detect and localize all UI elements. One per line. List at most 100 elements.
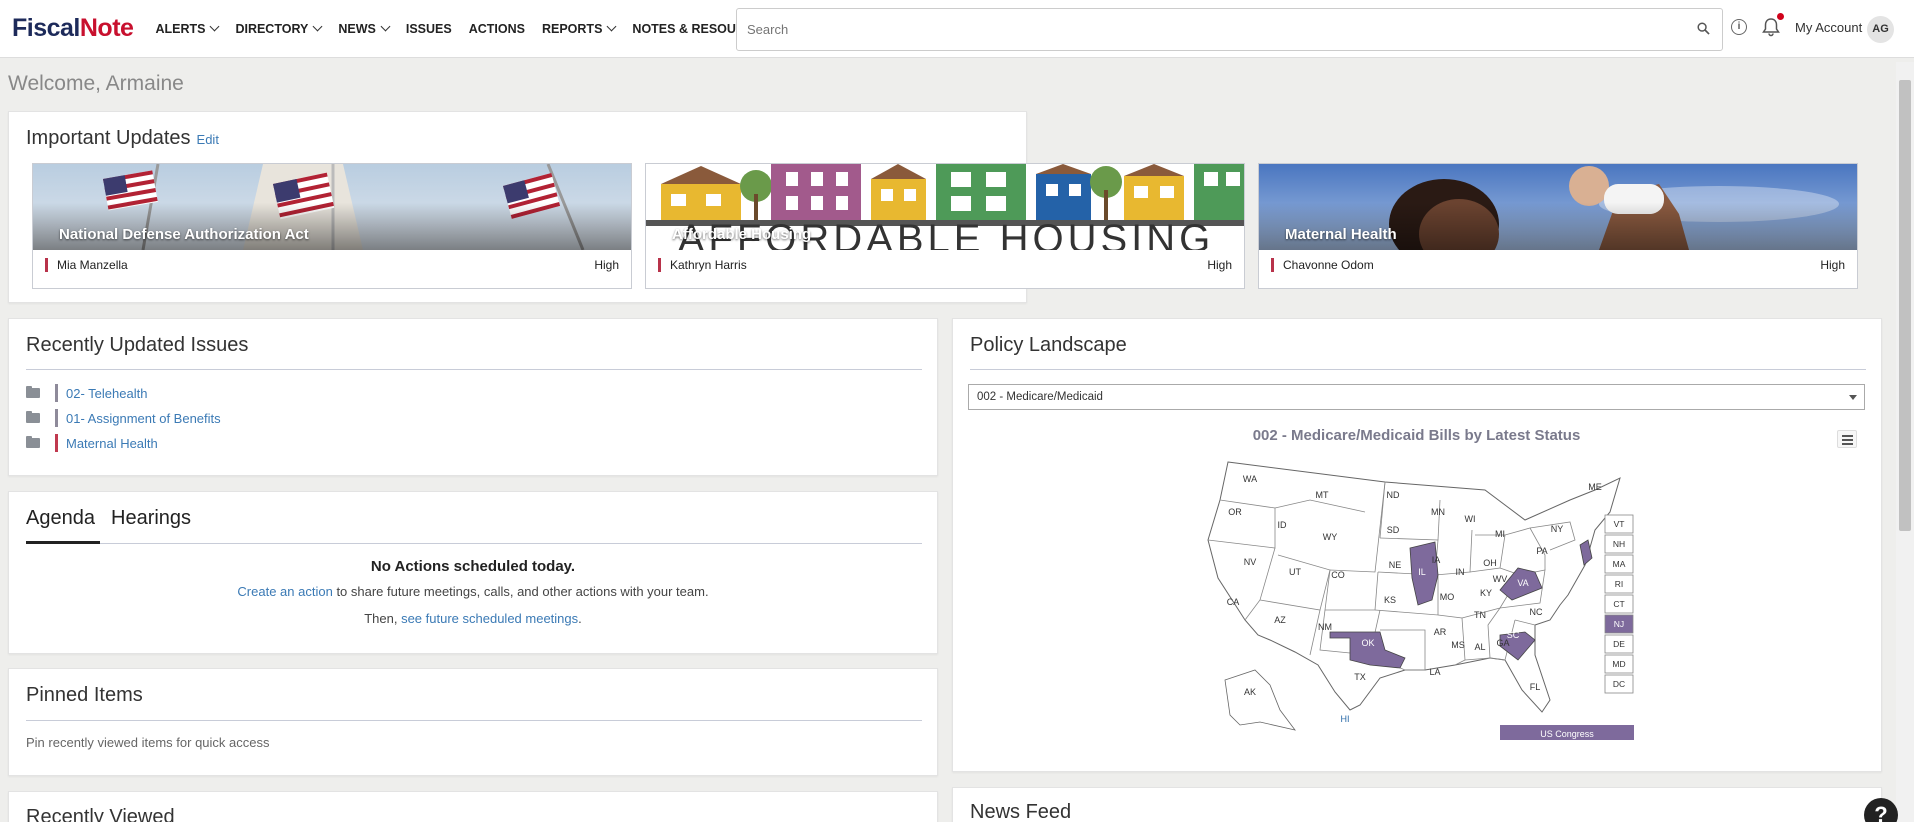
- divider: [26, 720, 922, 721]
- notification-badge: [1777, 13, 1784, 20]
- state-label-id: ID: [1278, 520, 1288, 530]
- state-label-oh: OH: [1483, 558, 1497, 568]
- nav-news[interactable]: NEWS: [338, 21, 391, 36]
- state-label-ia: IA: [1432, 555, 1441, 565]
- folder-icon: [26, 386, 40, 398]
- edit-link[interactable]: Edit: [197, 132, 219, 147]
- welcome-heading: Welcome, Armaine: [8, 72, 184, 95]
- folder-icon: [26, 411, 40, 423]
- top-navigation-bar: FiscalNote ALERTS DIRECTORY NEWS ISSUES …: [0, 0, 1914, 58]
- state-label-mn: MN: [1431, 507, 1445, 517]
- state-label-ok: OK: [1361, 638, 1374, 648]
- agenda-card: Agenda Hearings No Actions scheduled tod…: [8, 491, 938, 654]
- state-label-ms: MS: [1451, 640, 1465, 650]
- important-updates-title: Important Updates: [26, 127, 191, 149]
- chevron-down-icon: [1849, 395, 1857, 400]
- state-label-al: AL: [1474, 642, 1485, 652]
- update-priority: High: [1820, 258, 1845, 272]
- chevron-down-icon: [209, 21, 220, 32]
- state-label-in: IN: [1456, 567, 1465, 577]
- recently-viewed-card: Recently Viewed: [8, 791, 938, 822]
- info-icon[interactable]: i: [1731, 19, 1747, 35]
- nav-reports[interactable]: REPORTS: [542, 22, 617, 36]
- issue-color-bar: [55, 434, 58, 452]
- divider: [26, 543, 922, 544]
- update-title: Maternal Health: [1285, 226, 1397, 243]
- priority-color-bar: [658, 258, 661, 272]
- news-feed-title: News Feed: [970, 801, 1072, 822]
- update-card-ndaa[interactable]: National Defense Authorization Act Mia M…: [32, 163, 632, 289]
- state-label-hi: HI: [1341, 714, 1350, 724]
- divider: [970, 369, 1866, 370]
- nav-directory[interactable]: DIRECTORY: [235, 21, 323, 36]
- issue-link[interactable]: 02- Telehealth: [66, 386, 147, 401]
- state-label-nd: ND: [1387, 490, 1400, 500]
- nav-alerts[interactable]: ALERTS: [155, 21, 220, 36]
- issue-link[interactable]: Maternal Health: [66, 436, 158, 451]
- recently-viewed-title: Recently Viewed: [26, 806, 175, 822]
- small-state-label-ma: MA: [1613, 559, 1626, 569]
- state-label-wa: WA: [1243, 474, 1257, 484]
- state-label-ar: AR: [1434, 627, 1447, 637]
- my-account-link[interactable]: My Account: [1795, 20, 1862, 35]
- avatar[interactable]: AG: [1867, 16, 1894, 43]
- state-label-sd: SD: [1387, 525, 1400, 535]
- fiscalnote-logo[interactable]: FiscalNote: [12, 14, 134, 43]
- pinned-items-card: Pinned Items Pin recently viewed items f…: [8, 668, 938, 776]
- nav-issues[interactable]: ISSUES: [406, 22, 452, 36]
- state-label-la: LA: [1429, 667, 1440, 677]
- main-nav: ALERTS DIRECTORY NEWS ISSUES ACTIONS REP…: [155, 22, 800, 36]
- state-label-va: VA: [1517, 578, 1528, 588]
- page-scrollbar[interactable]: [1896, 62, 1914, 822]
- state-label-mi: MI: [1495, 529, 1505, 539]
- tab-hearings[interactable]: Hearings: [111, 507, 191, 530]
- state-label-wy: WY: [1323, 532, 1338, 542]
- chevron-down-icon: [312, 21, 323, 32]
- state-label-ut: UT: [1289, 567, 1301, 577]
- update-image-houses: AFFORDABLE HOUSING Affordable Housing: [646, 164, 1244, 250]
- recently-updated-issues-card: Recently Updated Issues 02- Telehealth 0…: [8, 318, 938, 476]
- update-title: National Defense Authorization Act: [59, 226, 309, 243]
- update-card-affordable-housing[interactable]: AFFORDABLE HOUSING Affordable Housing Ka…: [645, 163, 1245, 289]
- news-feed-card: News Feed: [952, 787, 1882, 822]
- chevron-down-icon: [380, 21, 391, 32]
- help-button[interactable]: ?: [1864, 798, 1898, 822]
- state-label-or: OR: [1228, 507, 1242, 517]
- search-icon[interactable]: [1697, 22, 1710, 35]
- state-label-tn: TN: [1474, 610, 1486, 620]
- state-label-wi: WI: [1465, 514, 1476, 524]
- state-label-sc: SC: [1507, 630, 1520, 640]
- state-label-ky: KY: [1480, 588, 1492, 598]
- issue-item: Maternal Health: [26, 433, 158, 453]
- future-meetings-link[interactable]: see future scheduled meetings: [401, 611, 578, 626]
- state-label-pa: PA: [1536, 546, 1547, 556]
- us-map: WA OR CA ID NV MT WY UT AZ CO NM ND SD NE KS OK TX MN IA MO…: [1207, 461, 1634, 740]
- priority-color-bar: [45, 258, 48, 272]
- update-owner: Chavonne Odom: [1283, 258, 1374, 272]
- update-priority: High: [594, 258, 619, 272]
- folder-icon: [26, 436, 40, 448]
- state-label-wv: WV: [1493, 574, 1508, 584]
- state-label-me: ME: [1588, 482, 1602, 492]
- search-input[interactable]: [737, 9, 1644, 50]
- nav-actions[interactable]: ACTIONS: [469, 22, 525, 36]
- search-box: [736, 8, 1723, 51]
- state-label-az: AZ: [1274, 615, 1286, 625]
- update-card-maternal-health[interactable]: Maternal Health Chavonne Odom High: [1258, 163, 1858, 289]
- state-label-ne: NE: [1389, 560, 1402, 570]
- small-state-label-nh: NH: [1613, 539, 1625, 549]
- state-label-ks: KS: [1384, 595, 1396, 605]
- state-label-co: CO: [1331, 570, 1345, 580]
- issue-link[interactable]: 01- Assignment of Benefits: [66, 411, 221, 426]
- small-state-label-de: DE: [1613, 639, 1625, 649]
- scrollbar-thumb[interactable]: [1899, 80, 1911, 531]
- issue-color-bar: [55, 384, 58, 402]
- recently-updated-issues-title: Recently Updated Issues: [26, 334, 249, 356]
- chart-menu-icon[interactable]: [1837, 430, 1857, 448]
- active-tab-indicator: [26, 541, 100, 544]
- tab-agenda[interactable]: Agenda: [26, 507, 95, 530]
- state-label-nv: NV: [1244, 557, 1257, 567]
- state-ak[interactable]: [1224, 669, 1296, 731]
- create-action-link[interactable]: Create an action: [237, 584, 332, 599]
- issue-select[interactable]: 002 - Medicare/Medicaid: [968, 384, 1865, 410]
